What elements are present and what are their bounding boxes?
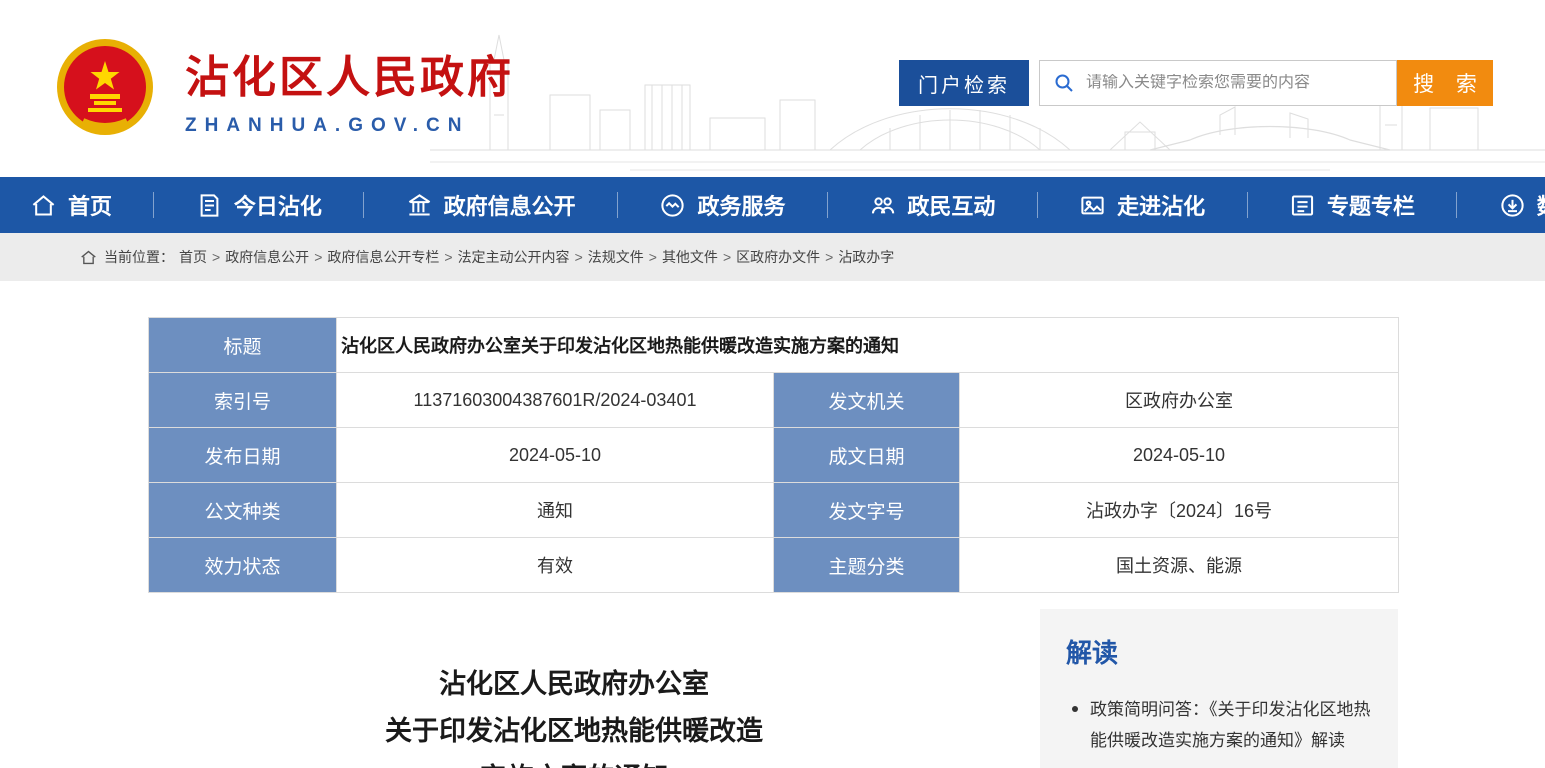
meta-label-validity: 效力状态 bbox=[149, 538, 337, 593]
breadcrumb-link-gov-info[interactable]: 政府信息公开 bbox=[225, 247, 309, 267]
nav-label: 政民互动 bbox=[907, 189, 995, 221]
nav-divider bbox=[827, 192, 828, 218]
meta-row-status: 效力状态 有效 主题分类 国土资源、能源 bbox=[149, 538, 1399, 593]
nav-divider bbox=[363, 192, 364, 218]
breadcrumb: 当前位置： 首页 > 政府信息公开 > 政府信息公开专栏 > 法定主动公开内容 … bbox=[0, 233, 1545, 281]
meta-row-dates: 发布日期 2024-05-10 成文日期 2024-05-10 bbox=[149, 428, 1399, 483]
site-domain: ZHANHUA.GOV.CN bbox=[185, 115, 514, 137]
document-body: 沾化区人民政府办公室 关于印发沾化区地热能供暖改造 实施方案的通知 bbox=[148, 609, 1040, 768]
breadcrumb-separator: > bbox=[723, 249, 731, 265]
sidebar-title: 解读 bbox=[1066, 633, 1372, 670]
breadcrumb-separator: > bbox=[825, 249, 833, 265]
nav-label: 走进沾化 bbox=[1117, 189, 1205, 221]
nav-divider bbox=[1456, 192, 1457, 218]
breadcrumb-separator: > bbox=[575, 249, 583, 265]
breadcrumb-separator: > bbox=[314, 249, 322, 265]
service-icon bbox=[659, 192, 686, 219]
sidebar-item-label: 政策简明问答：《关于印发沾化区地热能供暖改造实施方案的通知》解读 bbox=[1090, 694, 1372, 757]
document-title-line-1: 沾化区人民政府办公室 bbox=[148, 661, 1000, 708]
meta-label-written-date: 成文日期 bbox=[774, 428, 960, 483]
nav-item-gov-info[interactable]: 政府信息公开 bbox=[406, 189, 576, 221]
breadcrumb-link-regulations[interactable]: 法规文件 bbox=[588, 247, 644, 267]
breadcrumb-link-district-docs[interactable]: 区政府办文件 bbox=[736, 247, 820, 267]
nav-divider bbox=[1037, 192, 1038, 218]
search-box bbox=[1039, 60, 1397, 106]
interpretation-sidebar: 解读 政策简明问答：《关于印发沾化区地热能供暖改造实施方案的通知》解读 bbox=[1040, 609, 1398, 768]
meta-value-title: 沾化区人民政府办公室关于印发沾化区地热能供暖改造实施方案的通知 bbox=[337, 318, 1399, 373]
photo-icon bbox=[1079, 192, 1106, 219]
data-open-icon bbox=[1499, 192, 1526, 219]
sidebar-interpretation-link[interactable]: 政策简明问答：《关于印发沾化区地热能供暖改造实施方案的通知》解读 bbox=[1066, 694, 1372, 757]
main-nav: 首页 今日沾化 政府信息公开 政务服务 政民互动 bbox=[0, 177, 1545, 233]
meta-label-index-number: 索引号 bbox=[149, 373, 337, 428]
breadcrumb-link-gov-info-column[interactable]: 政府信息公开专栏 bbox=[327, 247, 439, 267]
nav-label: 政府信息公开 bbox=[444, 189, 576, 221]
nav-item-open-data[interactable]: 数据开放 bbox=[1499, 189, 1545, 221]
breadcrumb-link-home[interactable]: 首页 bbox=[179, 247, 207, 267]
gov-info-icon bbox=[406, 192, 433, 219]
nav-item-home[interactable]: 首页 bbox=[30, 189, 112, 221]
portal-search-button[interactable]: 门户检索 bbox=[899, 60, 1029, 106]
breadcrumb-prefix: 当前位置： bbox=[104, 247, 174, 267]
search-input[interactable] bbox=[1086, 74, 1384, 92]
site-name: 沾化区人民政府 bbox=[185, 41, 514, 105]
breadcrumb-current: 沾政办字 bbox=[838, 247, 894, 267]
nav-label: 今日沾化 bbox=[234, 189, 322, 221]
document-meta-table: 标题 沾化区人民政府办公室关于印发沾化区地热能供暖改造实施方案的通知 索引号 1… bbox=[148, 317, 1399, 593]
nav-label: 数据开放 bbox=[1537, 189, 1545, 221]
meta-label-publish-date: 发布日期 bbox=[149, 428, 337, 483]
breadcrumb-separator: > bbox=[649, 249, 657, 265]
meta-row-title: 标题 沾化区人民政府办公室关于印发沾化区地热能供暖改造实施方案的通知 bbox=[149, 318, 1399, 373]
nav-divider bbox=[617, 192, 618, 218]
breadcrumb-link-other-docs[interactable]: 其他文件 bbox=[662, 247, 718, 267]
meta-value-publish-date: 2024-05-10 bbox=[337, 428, 774, 483]
meta-value-written-date: 2024-05-10 bbox=[960, 428, 1399, 483]
nav-item-services[interactable]: 政务服务 bbox=[659, 189, 785, 221]
nav-item-about[interactable]: 走进沾化 bbox=[1079, 189, 1205, 221]
search-area: 门户检索 搜 索 bbox=[899, 60, 1493, 106]
site-title-block: 沾化区人民政府 ZHANHUA.GOV.CN bbox=[185, 41, 514, 137]
meta-value-doc-type: 通知 bbox=[337, 483, 774, 538]
nav-divider bbox=[1247, 192, 1248, 218]
nav-item-today[interactable]: 今日沾化 bbox=[196, 189, 322, 221]
nav-item-topics[interactable]: 专题专栏 bbox=[1289, 189, 1415, 221]
document-title: 沾化区人民政府办公室 关于印发沾化区地热能供暖改造 实施方案的通知 bbox=[148, 661, 1000, 768]
page: 沾化区人民政府 ZHANHUA.GOV.CN 门户检索 搜 索 首页 bbox=[0, 0, 1545, 768]
meta-row-index: 索引号 11371603004387601R/2024-03401 发文机关 区… bbox=[149, 373, 1399, 428]
breadcrumb-separator: > bbox=[444, 249, 452, 265]
meta-value-issuing-agency: 区政府办公室 bbox=[960, 373, 1399, 428]
bullet-dot bbox=[1072, 706, 1078, 712]
meta-label-title: 标题 bbox=[149, 318, 337, 373]
meta-row-type: 公文种类 通知 发文字号 沾政办字〔2024〕16号 bbox=[149, 483, 1399, 538]
nav-divider bbox=[153, 192, 154, 218]
national-emblem-logo bbox=[55, 37, 155, 141]
search-submit-button[interactable]: 搜 索 bbox=[1397, 60, 1493, 106]
nav-label: 政务服务 bbox=[697, 189, 785, 221]
meta-label-doc-type: 公文种类 bbox=[149, 483, 337, 538]
meta-label-issuing-agency: 发文机关 bbox=[774, 373, 960, 428]
breadcrumb-separator: > bbox=[212, 249, 220, 265]
meta-value-index-number: 11371603004387601R/2024-03401 bbox=[337, 373, 774, 428]
meta-value-subject-category: 国土资源、能源 bbox=[960, 538, 1399, 593]
breadcrumb-link-statutory[interactable]: 法定主动公开内容 bbox=[458, 247, 570, 267]
news-icon bbox=[196, 192, 223, 219]
document-title-line-2: 关于印发沾化区地热能供暖改造 bbox=[148, 708, 1000, 755]
meta-value-validity: 有效 bbox=[337, 538, 774, 593]
topics-icon bbox=[1289, 192, 1316, 219]
breadcrumb-home-icon bbox=[80, 249, 97, 266]
meta-label-doc-number: 发文字号 bbox=[774, 483, 960, 538]
site-header: 沾化区人民政府 ZHANHUA.GOV.CN 门户检索 搜 索 bbox=[0, 0, 1545, 177]
meta-label-subject-category: 主题分类 bbox=[774, 538, 960, 593]
nav-label: 专题专栏 bbox=[1327, 189, 1415, 221]
nav-item-interaction[interactable]: 政民互动 bbox=[869, 189, 995, 221]
meta-value-doc-number: 沾政办字〔2024〕16号 bbox=[960, 483, 1399, 538]
main-content: 标题 沾化区人民政府办公室关于印发沾化区地热能供暖改造实施方案的通知 索引号 1… bbox=[0, 281, 1545, 768]
search-icon bbox=[1052, 71, 1076, 95]
nav-label: 首页 bbox=[68, 189, 112, 221]
interaction-icon bbox=[869, 192, 896, 219]
document-title-line-3: 实施方案的通知 bbox=[148, 755, 1000, 768]
home-icon bbox=[30, 192, 57, 219]
